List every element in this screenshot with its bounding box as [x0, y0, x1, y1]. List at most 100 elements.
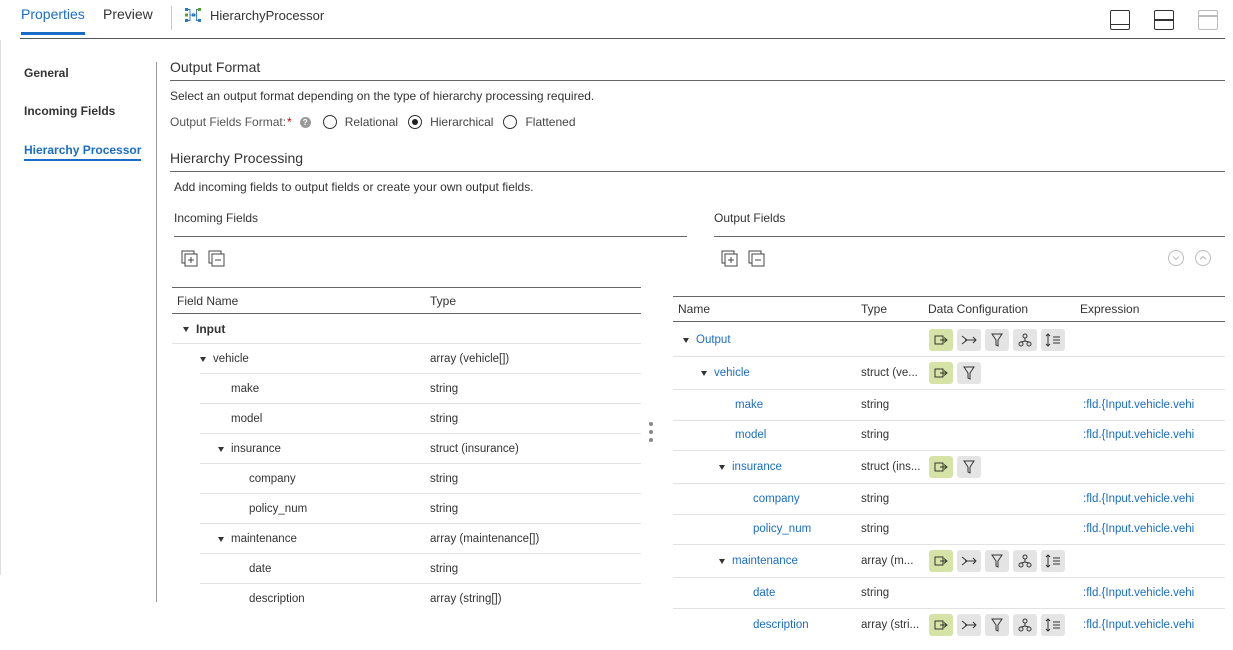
- field-name-link[interactable]: date: [753, 587, 775, 599]
- output-fields-title: Output Fields: [714, 211, 786, 225]
- layout-top-panel-icon[interactable]: [1198, 10, 1218, 30]
- field-name-link[interactable]: description: [753, 619, 809, 631]
- map-field-icon: [934, 335, 948, 345]
- table-row[interactable]: policy_num: [753, 514, 860, 544]
- map-field-button[interactable]: [929, 456, 953, 478]
- output-header-name: Name: [678, 302, 711, 316]
- flatten-button[interactable]: [957, 614, 981, 636]
- caret-down-icon[interactable]: [218, 446, 224, 452]
- collapse-all-icon[interactable]: [208, 250, 226, 268]
- table-row[interactable]: maintenance: [719, 545, 860, 577]
- processor-title-text: HierarchyProcessor: [210, 7, 325, 23]
- table-row[interactable]: vehicle: [701, 357, 860, 389]
- panel-splitter-handle[interactable]: [649, 422, 653, 446]
- join-button[interactable]: [1013, 614, 1037, 636]
- field-name: date: [249, 563, 272, 575]
- map-field-icon: [934, 368, 948, 378]
- field-name-link[interactable]: maintenance: [732, 555, 798, 567]
- expression-link[interactable]: :fld.{Input.vehicle.vehi: [1083, 390, 1194, 420]
- layout-split-panel-icon[interactable]: [1154, 10, 1174, 30]
- filter-button[interactable]: [985, 550, 1009, 572]
- flatten-icon: [961, 556, 977, 566]
- flatten-button[interactable]: [957, 550, 981, 572]
- collapse-all-icon[interactable]: [748, 250, 766, 268]
- table-row[interactable]: vehicle: [200, 344, 630, 374]
- field-type: struct (ve...: [861, 367, 918, 379]
- table-row[interactable]: description: [753, 609, 860, 641]
- output-fields-format-label: Output Fields Format:: [170, 115, 287, 129]
- sort-icon: [1045, 554, 1060, 568]
- sidebar-item-incoming-fields[interactable]: Incoming Fields: [24, 104, 115, 118]
- field-name: description: [249, 593, 305, 605]
- table-row[interactable]: model: [735, 420, 860, 450]
- map-field-button[interactable]: [929, 550, 953, 572]
- expression-link[interactable]: :fld.{Input.vehicle.vehi: [1083, 609, 1194, 641]
- table-row[interactable]: Output: [683, 324, 860, 356]
- filter-button[interactable]: [985, 614, 1009, 636]
- join-icon: [1018, 333, 1032, 347]
- field-name-link[interactable]: company: [753, 493, 800, 505]
- expression-link[interactable]: :fld.{Input.vehicle.vehi: [1083, 484, 1194, 514]
- field-name-link[interactable]: model: [735, 429, 766, 441]
- sort-button[interactable]: [1041, 329, 1065, 351]
- filter-button[interactable]: [957, 456, 981, 478]
- sort-button[interactable]: [1041, 550, 1065, 572]
- table-row[interactable]: date: [753, 578, 860, 608]
- expression-link[interactable]: :fld.{Input.vehicle.vehi: [1083, 420, 1194, 450]
- hierarchy-processor-icon: [185, 8, 201, 22]
- table-row[interactable]: company: [753, 484, 860, 514]
- table-row[interactable]: insurance: [218, 434, 630, 464]
- caret-down-icon[interactable]: [683, 337, 689, 343]
- join-button[interactable]: [1013, 550, 1037, 572]
- tab-preview[interactable]: Preview: [103, 6, 153, 32]
- radio-hierarchical[interactable]: Hierarchical: [408, 115, 493, 129]
- caret-down-icon[interactable]: [701, 370, 707, 376]
- move-down-icon[interactable]: [1168, 250, 1184, 266]
- move-up-icon[interactable]: [1195, 250, 1211, 266]
- map-field-button[interactable]: [929, 614, 953, 636]
- caret-down-icon[interactable]: [719, 464, 725, 470]
- field-name-link[interactable]: policy_num: [753, 523, 811, 535]
- layout-bottom-panel-icon[interactable]: [1110, 10, 1130, 30]
- expand-all-icon[interactable]: [181, 250, 199, 268]
- radio-circle[interactable]: [408, 115, 423, 129]
- filter-button[interactable]: [985, 329, 1009, 351]
- table-row[interactable]: maintenance: [218, 524, 630, 554]
- field-name-link[interactable]: make: [735, 399, 763, 411]
- caret-down-icon[interactable]: [183, 326, 189, 332]
- table-row[interactable]: insurance: [719, 451, 860, 483]
- map-field-button[interactable]: [929, 329, 953, 351]
- caret-down-icon[interactable]: [200, 356, 206, 362]
- field-name-link[interactable]: vehicle: [714, 367, 750, 379]
- expression-link[interactable]: :fld.{Input.vehicle.vehi: [1083, 514, 1194, 544]
- field-type: struct (ins...: [861, 461, 921, 473]
- table-row[interactable]: Input: [183, 314, 630, 344]
- radio-label: Relational: [344, 115, 399, 129]
- expression-link[interactable]: :fld.{Input.vehicle.vehi: [1083, 578, 1194, 608]
- sidebar-item-hierarchy-processor[interactable]: Hierarchy Processor: [24, 143, 142, 161]
- expand-all-icon[interactable]: [721, 250, 739, 268]
- field-name-link[interactable]: Output: [696, 334, 731, 346]
- left-border: [0, 40, 1, 575]
- filter-button[interactable]: [957, 362, 981, 384]
- field-name: model: [231, 413, 263, 425]
- help-icon[interactable]: ?: [299, 116, 311, 128]
- radio-relational[interactable]: Relational: [322, 115, 399, 129]
- output-format-divider: [170, 80, 1225, 81]
- caret-down-icon[interactable]: [218, 536, 224, 542]
- radio-circle[interactable]: [322, 115, 337, 129]
- flatten-button[interactable]: [957, 329, 981, 351]
- caret-down-icon[interactable]: [719, 558, 725, 564]
- sort-button[interactable]: [1041, 614, 1065, 636]
- output-fields-format-row: Output Fields Format: * ? Relational Hie…: [170, 112, 586, 132]
- hierarchy-processing-description: Add incoming fields to output fields or …: [174, 180, 534, 194]
- sidebar-item-general[interactable]: General: [24, 66, 69, 80]
- field-name-link[interactable]: insurance: [732, 461, 782, 473]
- map-field-button[interactable]: [929, 362, 953, 384]
- tab-properties[interactable]: Properties: [21, 6, 85, 35]
- join-button[interactable]: [1013, 329, 1037, 351]
- table-row[interactable]: make: [735, 390, 860, 420]
- radio-circle[interactable]: [503, 115, 518, 129]
- field-name: policy_num: [249, 503, 308, 515]
- radio-flattened[interactable]: Flattened: [503, 115, 576, 129]
